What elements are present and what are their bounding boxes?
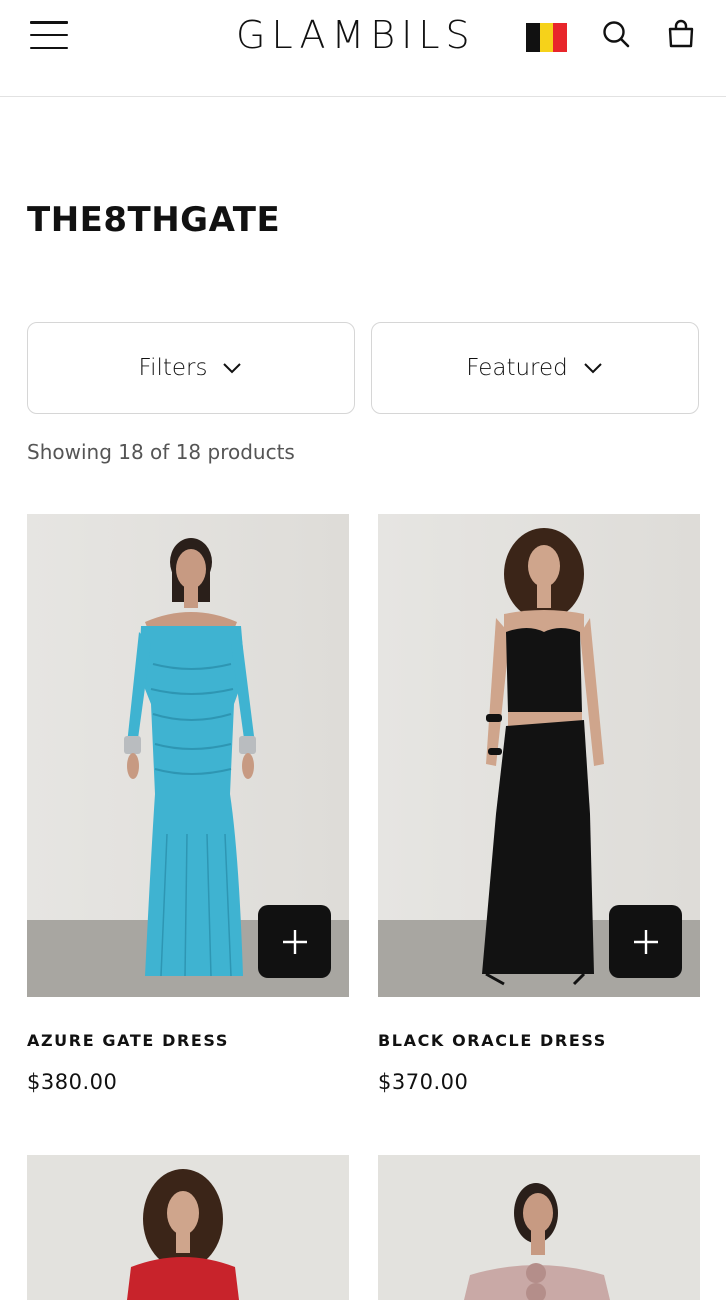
sort-button[interactable]: Featured xyxy=(371,322,699,414)
product-count: Showing 18 of 18 products xyxy=(27,440,295,464)
filters-button[interactable]: Filters xyxy=(27,322,355,414)
plus-icon xyxy=(633,929,658,954)
product-image[interactable] xyxy=(378,514,700,997)
chevron-down-icon xyxy=(223,363,242,374)
add-to-cart-button[interactable] xyxy=(609,905,682,978)
page-title: THE8THGATE xyxy=(27,200,281,240)
product-card[interactable]: AZURE GATE DRESS $380.00 xyxy=(27,514,349,1094)
product-price: $380.00 xyxy=(27,1070,118,1094)
product-image[interactable] xyxy=(378,1155,700,1300)
product-image[interactable] xyxy=(27,1155,349,1300)
product-price: $370.00 xyxy=(378,1070,469,1094)
product-name[interactable]: AZURE GATE DRESS xyxy=(27,1031,349,1050)
plus-icon xyxy=(282,929,307,954)
model-figure xyxy=(27,1155,349,1300)
filters-label: Filters xyxy=(138,355,208,381)
add-to-cart-button[interactable] xyxy=(258,905,331,978)
brand-logo[interactable]: GLAMBILS xyxy=(236,12,476,58)
product-name[interactable]: BLACK ORACLE DRESS xyxy=(378,1031,700,1050)
search-icon[interactable] xyxy=(600,18,632,50)
sort-label: Featured xyxy=(466,355,568,381)
model-figure xyxy=(378,1155,700,1300)
product-card[interactable]: BLACK ORACLE DRESS $370.00 xyxy=(378,514,700,1094)
site-header: GLAMBILS xyxy=(0,0,726,97)
shopping-bag-icon[interactable] xyxy=(665,18,697,50)
hamburger-menu-icon[interactable] xyxy=(28,16,70,54)
country-flag-icon[interactable] xyxy=(526,23,568,52)
chevron-down-icon xyxy=(584,363,602,374)
product-image[interactable] xyxy=(27,514,349,997)
